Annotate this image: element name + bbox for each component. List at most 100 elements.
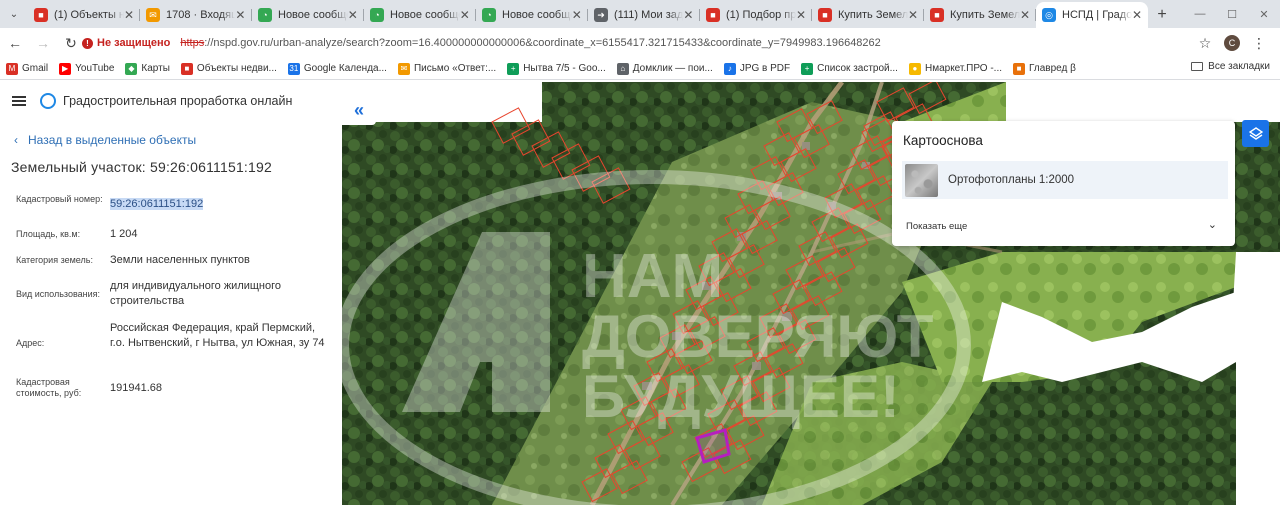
bookmark-favicon-icon: ■ <box>1013 62 1026 75</box>
maximize-icon[interactable]: ☐ <box>1216 0 1248 28</box>
close-tab-icon[interactable]: ✕ <box>124 8 134 22</box>
bookmark-label: Главред β <box>1029 63 1076 74</box>
tab-favicon-icon: ■ <box>34 8 48 22</box>
tab-title: Новое сообщение <box>390 9 460 21</box>
bookmark-favicon-icon: ◆ <box>125 62 138 75</box>
bookmark-item[interactable]: ◆ Карты <box>125 62 170 75</box>
browser-tab[interactable]: ◔ Новое сообщение✕ <box>476 2 588 28</box>
browser-tab[interactable]: ■ (1) Подбор предложений✕ <box>700 2 812 28</box>
watermark-line-2: ДОВЕРЯЮТ <box>582 303 933 370</box>
url-scheme: https <box>180 37 205 49</box>
browser-tab[interactable]: ➜ (111) Мои задачи✕ <box>588 2 700 28</box>
browser-tab[interactable]: ◎ НСПД | Градостроительная✕ <box>1036 2 1148 28</box>
close-tab-icon[interactable]: ✕ <box>908 8 918 22</box>
double-chevron-left-icon: « <box>353 99 364 120</box>
page-title: Земельный участок: 59:26:0611151:192 <box>11 159 272 175</box>
browser-toolbar: ← → ↻ ! Не защищено https ://nspd.gov.ru… <box>0 28 1280 58</box>
chevron-down-icon[interactable]: ⌄ <box>1208 218 1217 231</box>
bookmark-favicon-icon: M <box>6 62 18 75</box>
bookmark-label: Gmail <box>22 63 49 74</box>
warning-icon: ! <box>82 37 93 49</box>
close-tab-icon[interactable]: ✕ <box>460 8 471 22</box>
basemap-option-orthophoto[interactable]: Ортофотопланы 1:2000 <box>902 161 1228 199</box>
close-tab-icon[interactable]: ✕ <box>1020 8 1030 22</box>
all-bookmarks-button[interactable]: Все закладки <box>1191 61 1270 72</box>
bookmark-item[interactable]: M Gmail <box>6 62 49 75</box>
chevron-left-icon: ‹ <box>14 133 18 147</box>
bookmark-star-icon[interactable]: ☆ <box>1192 31 1218 55</box>
tab-favicon-icon: ◔ <box>258 8 272 22</box>
tab-favicon-icon: ■ <box>818 8 832 22</box>
property-row-cadastral-cost: Кадастровая стоимость, руб: 191941.68 <box>16 377 336 399</box>
bookmark-favicon-icon: 31 <box>287 62 300 75</box>
back-to-selection-link[interactable]: ‹ Назад в выделенные объекты <box>14 133 196 147</box>
object-info-panel: ‹ Назад в выделенные объекты Земельный у… <box>0 121 342 505</box>
bookmark-item[interactable]: + Нытва 7/5 - Goo... <box>507 62 606 75</box>
new-tab-button[interactable]: + <box>1148 2 1176 28</box>
browser-tab[interactable]: ■ (1) Объекты недвижимости✕ <box>28 2 140 28</box>
property-label: Вид использования: <box>16 289 101 299</box>
address-bar[interactable]: ! Не защищено https ://nspd.gov.ru/urban… <box>82 31 1188 55</box>
tab-title: Новое сообщение <box>278 9 348 21</box>
close-tab-icon[interactable]: ✕ <box>235 8 246 22</box>
browser-tab[interactable]: ◔ Новое сообщение✕ <box>364 2 476 28</box>
url-text: ://nspd.gov.ru/urban-analyze/search?zoom… <box>204 37 881 49</box>
bookmark-item[interactable]: ■ Главред β <box>1013 62 1076 75</box>
bookmarks-bar: M Gmail ▶ YouTube ◆ Карты ■ Объекты недви... 31 G… <box>0 58 1280 80</box>
layers-button[interactable] <box>1242 120 1269 147</box>
property-value: для индивидуального жилищного строительс… <box>110 280 282 307</box>
tab-title: Новое сообщение <box>502 9 572 21</box>
close-tab-icon[interactable]: ✕ <box>572 8 583 22</box>
bookmark-favicon-icon: ⌂ <box>616 62 629 75</box>
minimize-icon[interactable]: — <box>1184 0 1216 28</box>
property-value: Земли населенных пунктов <box>110 254 250 266</box>
menu-icon[interactable] <box>12 96 26 106</box>
profile-avatar[interactable]: C <box>1224 35 1240 51</box>
bookmark-item[interactable]: ▶ YouTube <box>59 62 114 75</box>
bookmark-item[interactable]: ● Нмаркет.ПРО -... <box>908 62 1002 75</box>
browser-tab[interactable]: ◔ Новое сообщение✕ <box>252 2 364 28</box>
property-value: 1 204 <box>110 228 138 240</box>
tab-title: (1) Подбор предложений <box>726 9 796 21</box>
bookmark-item[interactable]: 31 Google Календа... <box>287 62 387 75</box>
forward-nav-button[interactable]: → <box>30 30 56 56</box>
bookmark-item[interactable]: ■ Объекты недви... <box>180 62 277 75</box>
more-menu-icon[interactable]: ⋮ <box>1246 31 1272 55</box>
bookmark-favicon-icon: ■ <box>180 62 193 75</box>
browser-tab[interactable]: ■ Купить Земельный участок✕ <box>812 2 924 28</box>
bookmark-label: Домклик — пои... <box>632 63 713 74</box>
back-nav-button[interactable]: ← <box>2 30 28 56</box>
tab-strip: ⌄ ■(1) Объекты недвижимости✕✉1708 · Вход… <box>0 0 1280 28</box>
bookmark-item[interactable]: ⌂ Домклик — пои... <box>616 62 713 75</box>
app-header: Градостроительная проработка онлайн <box>0 81 342 121</box>
collapse-panel-button[interactable]: « <box>342 95 376 125</box>
property-label: Площадь, кв.м: <box>16 229 81 239</box>
watermark-line-1: НАМ <box>582 242 723 311</box>
nspd-logo <box>40 93 56 109</box>
bookmarks-list: M Gmail ▶ YouTube ◆ Карты ■ Объекты недви... 31 G… <box>6 62 1087 75</box>
bookmark-item[interactable]: ✉ Письмо «Ответ:... <box>397 62 496 75</box>
tab-favicon-icon: ✉ <box>146 8 160 22</box>
cadastral-number-value[interactable]: 59:26:0611151:192 <box>110 198 204 210</box>
bookmark-item[interactable]: + Список застрой... <box>801 62 898 75</box>
show-more-link[interactable]: Показать еще <box>906 221 967 232</box>
close-tab-icon[interactable]: ✕ <box>796 8 806 22</box>
close-tab-icon[interactable]: ✕ <box>348 8 359 22</box>
property-row-cadastral-number: Кадастровый номер: 59:26:0611151:192 <box>16 193 336 212</box>
bookmark-favicon-icon: ✉ <box>397 62 410 75</box>
browser-tab[interactable]: ✉ 1708 · Входящие✕ <box>140 2 252 28</box>
chevron-down-icon: ⌄ <box>9 8 19 20</box>
browser-tab[interactable]: ■ Купить Земельный участок✕ <box>924 2 1036 28</box>
security-indicator[interactable]: ! Не защищено <box>82 37 170 49</box>
folder-icon <box>1191 62 1204 71</box>
bookmark-item[interactable]: ♪ JPG в PDF <box>723 62 790 75</box>
property-row-address: Адрес: Российская Федерация, край Пермск… <box>16 321 336 351</box>
tab-title: (1) Объекты недвижимости <box>54 9 124 21</box>
close-tab-icon[interactable]: ✕ <box>1132 8 1142 22</box>
close-tab-icon[interactable]: ✕ <box>683 8 694 22</box>
reload-button[interactable]: ↻ <box>58 30 84 56</box>
reload-icon: ↻ <box>65 34 77 51</box>
close-window-icon[interactable]: ✕ <box>1248 0 1280 28</box>
watermark-line-3: БУДУЩЕЕ! <box>582 363 900 430</box>
tab-search-button[interactable]: ⌄ <box>0 0 28 28</box>
